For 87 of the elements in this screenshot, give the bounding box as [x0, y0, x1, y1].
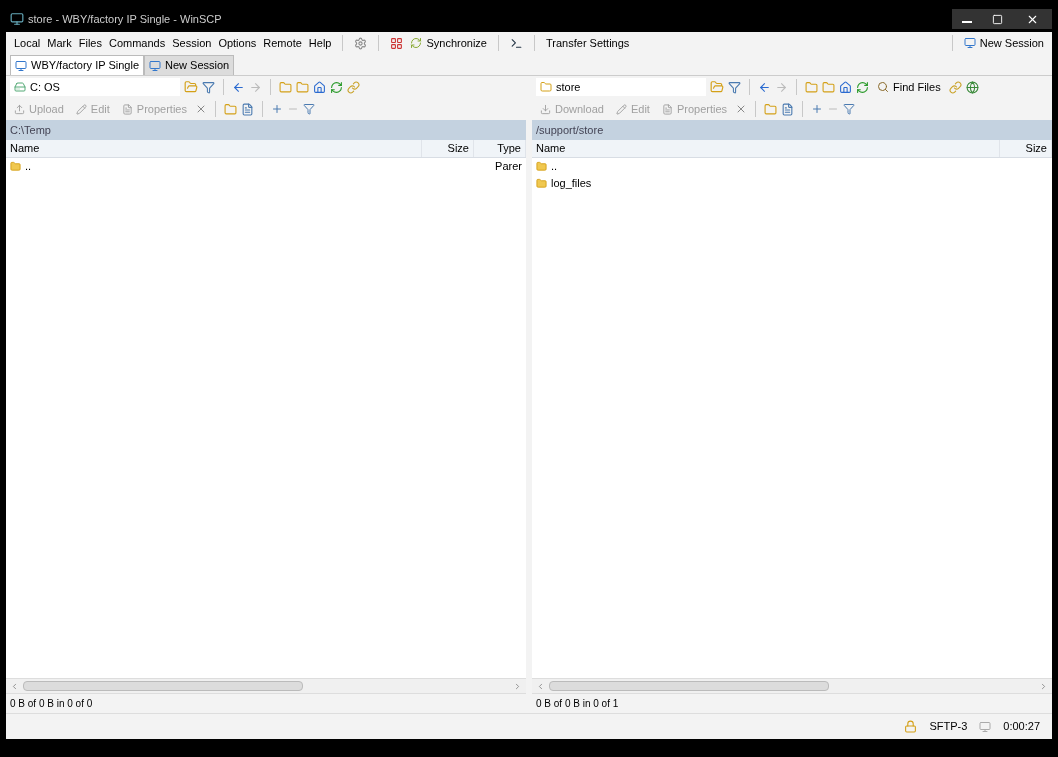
selection-status: 0 B of 0 B in 0 of 1 — [536, 697, 619, 711]
menu-item[interactable]: Session — [172, 34, 212, 52]
filter-icon[interactable] — [302, 103, 315, 115]
menu-item[interactable]: Commands — [109, 34, 166, 52]
back-icon[interactable] — [232, 80, 245, 94]
refresh-icon[interactable] — [330, 80, 343, 94]
session-tab[interactable]: WBY/factory IP Single — [10, 55, 144, 75]
home-icon[interactable] — [313, 80, 326, 94]
document-icon — [661, 103, 673, 115]
home-icon[interactable] — [839, 80, 852, 94]
filter-icon[interactable] — [843, 103, 856, 115]
column-header[interactable]: Name — [6, 140, 422, 157]
grid-icon[interactable] — [390, 36, 404, 50]
maximize-icon — [991, 13, 1003, 25]
scroll-left-icon[interactable] — [536, 681, 545, 691]
session-tab[interactable]: New Session — [144, 55, 235, 75]
folder-icon[interactable] — [822, 80, 835, 94]
link-icon[interactable] — [948, 80, 962, 94]
folder-icon — [10, 161, 21, 172]
minimize-button[interactable] — [952, 9, 982, 29]
session-time: 0:00:27 — [1003, 719, 1040, 735]
monitor-icon — [149, 59, 161, 72]
menu-item[interactable]: Local — [14, 34, 41, 52]
download-icon — [540, 103, 551, 115]
lock-icon — [904, 720, 918, 733]
terminal-icon[interactable] — [510, 36, 523, 50]
refresh-icon[interactable] — [856, 80, 869, 94]
close-button[interactable] — [1012, 9, 1052, 29]
file-name[interactable]: log_files — [551, 175, 592, 192]
file-name[interactable]: .. — [25, 158, 32, 175]
plus-icon[interactable] — [270, 103, 283, 115]
plus-icon[interactable] — [811, 103, 824, 115]
menu-item[interactable]: Remote — [263, 34, 302, 52]
column-header[interactable]: Size — [1000, 140, 1052, 157]
column-header[interactable]: Type — [474, 140, 526, 157]
connection-icon — [979, 720, 992, 733]
scroll-left-icon[interactable] — [10, 681, 19, 691]
column-header[interactable]: Name — [532, 140, 1000, 157]
folder-icon[interactable] — [710, 80, 724, 94]
path-header: /support/store — [532, 120, 1052, 140]
filter-icon[interactable] — [728, 80, 741, 94]
app-icon — [10, 12, 24, 26]
globe-icon[interactable] — [965, 80, 979, 94]
table-cell-text: Parer — [495, 159, 522, 175]
folder-icon[interactable] — [764, 102, 778, 116]
new-session-button[interactable]: New Session — [963, 34, 1044, 52]
synchronize-button[interactable]: Synchronize — [410, 34, 487, 52]
filter-icon[interactable] — [202, 80, 215, 94]
column-header[interactable]: Size — [422, 140, 474, 157]
protocol-label: SFTP-3 — [929, 719, 968, 735]
scroll-right-icon[interactable] — [513, 681, 522, 691]
folder-icon[interactable] — [805, 80, 818, 94]
find-files-button[interactable]: Find Files — [873, 78, 945, 96]
drive-icon — [14, 81, 26, 93]
selection-status: 0 B of 0 B in 0 of 0 — [10, 697, 93, 711]
window-title: store - WBY/factory IP Single - WinSCP — [28, 11, 222, 27]
search-icon — [877, 81, 889, 93]
monitor-icon — [963, 37, 976, 49]
pencil-icon — [615, 103, 627, 115]
pencil-icon — [75, 103, 87, 115]
scroll-right-icon[interactable] — [1039, 681, 1048, 691]
file-name[interactable]: .. — [551, 158, 558, 175]
folder-icon[interactable] — [223, 102, 237, 116]
transfer-settings-button[interactable]: Transfer Settings — [546, 34, 630, 52]
folder-icon[interactable] — [184, 80, 198, 94]
path-header: C:\Temp — [6, 120, 526, 140]
minimize-icon — [962, 21, 972, 23]
gear-icon[interactable] — [354, 36, 368, 50]
folder-icon — [536, 161, 547, 172]
link-icon[interactable] — [347, 80, 360, 94]
location-dropdown[interactable]: C: OS — [10, 78, 180, 96]
menu-item[interactable]: Mark — [47, 34, 72, 52]
menu-item[interactable]: Files — [78, 34, 102, 52]
folder-icon[interactable] — [296, 80, 309, 94]
folder-icon — [540, 81, 552, 93]
document-icon — [121, 103, 133, 115]
folder-icon[interactable] — [279, 80, 292, 94]
monitor-icon — [15, 59, 27, 72]
sync-icon — [410, 37, 423, 49]
location-dropdown[interactable]: store — [536, 78, 706, 96]
menu-item[interactable]: Options — [218, 34, 257, 52]
file-icon[interactable] — [781, 102, 795, 116]
file-icon[interactable] — [240, 102, 254, 116]
menu-item[interactable]: Help — [308, 34, 332, 52]
folder-icon — [536, 178, 547, 189]
upload-icon — [14, 103, 25, 115]
back-icon[interactable] — [758, 80, 771, 94]
